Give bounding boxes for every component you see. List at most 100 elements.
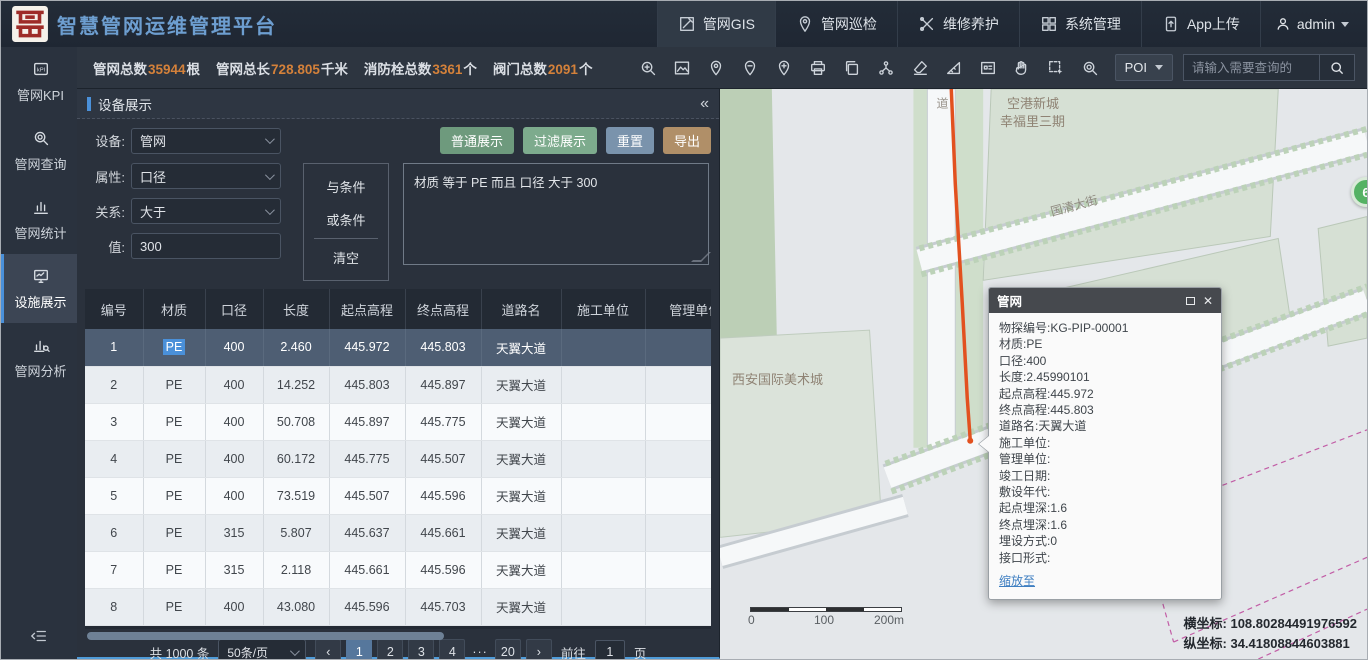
table-cell: 天翼大道 [481,440,561,477]
legend-button[interactable] [973,54,1003,82]
sidebar-item-facility[interactable]: 设施展示 [1,254,77,323]
locate-button[interactable] [701,54,731,82]
pan-button[interactable] [1007,54,1037,82]
page-button-2[interactable]: 2 [377,639,403,660]
normal-display-button[interactable]: 普通展示 [440,127,514,154]
device-display-panel: 设备展示 « 设备: 管网 普通展示 过滤展示 重置 导出 [77,89,720,659]
value-input[interactable] [131,233,281,259]
column-header: 终点高程 [405,289,481,329]
condition-expression-box[interactable]: 材质 等于 PE 而且 口径 大于 300 [403,163,709,265]
table-cell: 73.519 [263,477,329,514]
or-condition-button[interactable]: 或条件 [304,203,388,236]
sidebar-item-stats[interactable]: 管网统计 [1,185,77,254]
stats-icon [32,198,50,216]
map-search-input[interactable] [1183,54,1319,81]
popup-field: 接口形式: [999,550,1211,566]
table-cell: 2 [85,366,143,403]
select-box-button[interactable] [1041,54,1071,82]
relation-select[interactable]: 大于 [131,198,281,224]
filter-display-button[interactable]: 过滤展示 [523,127,597,154]
popup-field: 起点高程:445.972 [999,386,1211,402]
table-cell: 400 [205,588,263,625]
y-coord-value: 34.41808844603881 [1230,636,1349,651]
stat-unit: 个 [579,62,593,77]
table-cell [645,329,711,366]
table-row[interactable]: 7PE3152.118445.661445.596天翼大道 [85,551,711,588]
node-link-button[interactable] [871,54,901,82]
table-row[interactable]: 8PE40043.080445.596445.703天翼大道 [85,588,711,625]
page-list: ‹1234 ··· 20› [315,639,552,660]
table-cell [645,551,711,588]
panel-collapse-button[interactable]: « [700,96,709,112]
page-button-20[interactable]: 20 [495,639,521,660]
table-cell: 7 [85,551,143,588]
export-button[interactable]: 导出 [663,127,711,154]
popup-field: 埋设方式:0 [999,533,1211,549]
pages-ellipsis[interactable]: ··· [470,645,490,659]
select-box-icon [1047,59,1065,77]
popup-maximize-button[interactable] [1186,297,1195,305]
user-name: admin [1297,16,1335,32]
map-search-button[interactable] [1319,54,1355,81]
table-cell: 400 [205,440,263,477]
y-coord-label: 纵坐标: [1184,636,1227,651]
print-button[interactable] [803,54,833,82]
pin-plus-icon [775,59,793,77]
attribute-select[interactable]: 口径 [131,163,281,189]
table-cell: 445.897 [329,403,405,440]
poi-type-select[interactable]: POI [1115,54,1173,81]
nav-item-patrol[interactable]: 管网巡检 [775,1,897,47]
goto-page-input[interactable] [595,640,625,660]
goto-unit: 页 [634,643,647,660]
user-menu[interactable]: admin [1260,1,1367,47]
popup-close-button[interactable]: ✕ [1203,295,1213,307]
table-row[interactable]: 2PE40014.252445.803445.897天翼大道 [85,366,711,403]
page-button-1[interactable]: 1 [346,639,372,660]
map-canvas[interactable]: 空港新城 幸福里三期 国清大街 西安国际美术城 道 6 管网 ✕ [720,89,1367,659]
table-row[interactable]: 1PE4002.460445.972445.803天翼大道 [85,329,711,366]
sidebar-item-kpi[interactable]: kPI管网KPI [1,47,77,116]
table-cell: PE [143,514,205,551]
stat-item: 消防栓总数3361个 [364,58,477,78]
table-row[interactable]: 4PE40060.172445.775445.507天翼大道 [85,440,711,477]
measure-button[interactable] [939,54,969,82]
full-extent-button[interactable] [667,54,697,82]
query-button[interactable] [1075,54,1105,82]
nav-item-gis[interactable]: 管网GIS [657,1,775,47]
pin-plus-button[interactable] [769,54,799,82]
nav-item-label: App上传 [1187,14,1240,34]
nav-item-app[interactable]: App上传 [1141,1,1260,47]
sidebar-item-analysis[interactable]: 管网分析 [1,323,77,392]
table-cell: 天翼大道 [481,366,561,403]
table-cell: PE [143,329,205,366]
page-button-4[interactable]: 4 [439,639,465,660]
clear-button[interactable] [905,54,935,82]
nav-item-maintain[interactable]: 维修养护 [897,1,1019,47]
stat-item: 管网总长728.805千米 [216,58,348,78]
table-row[interactable]: 3PE40050.708445.897445.775天翼大道 [85,403,711,440]
sidebar-item-query[interactable]: 管网查询 [1,116,77,185]
search-icon [1329,60,1345,76]
device-select[interactable]: 管网 [131,128,281,154]
zoom-in-icon [639,59,657,77]
pin-minus-button[interactable] [735,54,765,82]
zoom-to-link[interactable]: 缩放至 [999,572,1035,589]
scrollbar-thumb[interactable] [87,632,444,640]
next-page-button[interactable]: › [526,639,552,660]
table-cell: 天翼大道 [481,588,561,625]
page-size-select[interactable]: 50条/页 [218,639,306,660]
page-button-3[interactable]: 3 [408,639,434,660]
clear-condition-button[interactable]: 清空 [304,241,388,274]
zoom-in-button[interactable] [633,54,663,82]
table-cell [645,440,711,477]
reset-button[interactable]: 重置 [606,127,654,154]
copy-button[interactable] [837,54,867,82]
sidebar-collapse-button[interactable] [1,611,77,659]
table-cell: 天翼大道 [481,477,561,514]
and-condition-button[interactable]: 与条件 [304,170,388,203]
table-row[interactable]: 6PE3155.807445.637445.661天翼大道 [85,514,711,551]
nav-item-system[interactable]: 系统管理 [1019,1,1141,47]
prev-page-button[interactable]: ‹ [315,639,341,660]
table-row[interactable]: 5PE40073.519445.507445.596天翼大道 [85,477,711,514]
scalebar-tick: 200m [874,613,904,627]
